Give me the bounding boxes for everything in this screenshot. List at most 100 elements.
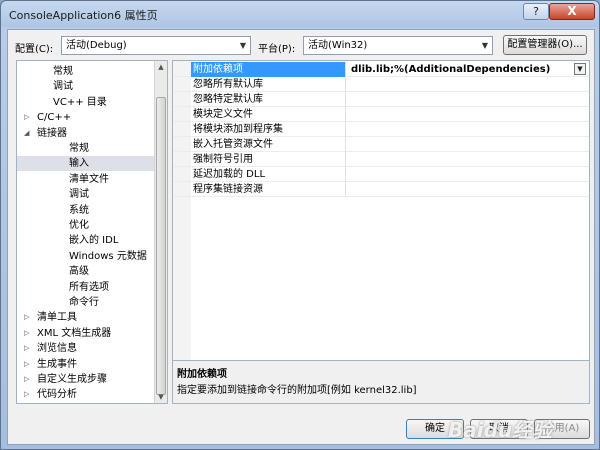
property-row[interactable]: 延迟加载的 DLL [173,167,589,182]
collapsed-triangle-icon[interactable]: ▷ [24,341,29,356]
tree-item[interactable]: ▷ C/C++ [17,110,155,125]
tree-item[interactable]: 常规 [17,141,155,156]
tree-item[interactable]: 高级 [17,264,155,279]
property-value[interactable]: dlib.lib;%(AdditionalDependencies) [347,62,589,77]
config-label: 配置(C): [15,44,54,55]
property-tree[interactable]: 常规 调试 VC++ 目录 ▷ C/C++ ◢ 链接器 常规 输入 清单文件 调试 系统 优化 嵌入的 I… [16,60,168,404]
tree-item-label: 生成事件 [37,358,77,370]
collapsed-triangle-icon[interactable]: ▷ [24,372,29,387]
tree-item-label: 系统 [69,204,89,216]
watermark: Baidu经验 [448,418,553,442]
property-value[interactable] [347,122,589,137]
collapsed-triangle-icon[interactable]: ▷ [24,326,29,341]
property-row[interactable]: 模块定义文件 [173,107,589,122]
tree-item-label: 自定义生成步骤 [37,374,107,385]
tree-item[interactable]: 调试 [17,187,155,202]
property-name: 程序集链接资源 [191,182,346,197]
chevron-down-icon: ▼ [481,41,489,50]
tree-item[interactable]: 系统 [17,203,155,218]
tree-item[interactable]: 所有选项 [17,280,155,295]
tree-item[interactable]: ▷ 代码分析 [17,387,155,402]
property-row[interactable]: 程序集链接资源 [173,182,589,197]
tree-item-label: 调试 [53,81,73,93]
tree-item-label: 清单文件 [69,173,109,185]
property-value[interactable] [347,92,589,107]
property-value[interactable] [347,152,589,167]
property-value[interactable] [347,107,589,122]
tree-item[interactable]: 常规 [17,64,155,79]
config-manager-button[interactable]: 配置管理器(O)... [503,35,587,55]
scroll-down-icon[interactable]: ▼ [155,391,167,403]
property-name: 模块定义文件 [191,107,346,122]
tree-item[interactable]: Windows 元数据 [17,249,155,264]
tree-item-label: XML 文档生成器 [37,327,112,339]
tree-scrollbar[interactable]: ▲ ▼ [154,61,167,403]
title-bar[interactable]: ConsoleApplication6 属性页 ? X [1,1,599,27]
property-row[interactable]: 将模块添加到程序集 [173,122,589,137]
dialog-client-area: 配置(C): 活动(Debug) ▼ 平台(P): 活动(Win32) ▼ 配置… [7,29,595,445]
config-dropdown-value: 活动(Debug) [66,40,127,51]
property-row[interactable]: 嵌入托管资源文件 [173,137,589,152]
property-name: 强制符号引用 [191,152,346,167]
tree-item-label: 高级 [69,266,89,278]
help-button[interactable]: ? [523,3,549,20]
expanded-triangle-icon[interactable]: ◢ [24,126,29,141]
tree-item[interactable]: 清单文件 [17,172,155,187]
tree-item[interactable]: ◢ 链接器 [17,126,155,141]
property-name: 延迟加载的 DLL [191,167,346,182]
tree-item-label: 嵌入的 IDL [69,235,119,247]
property-row[interactable]: 忽略特定默认库 [173,92,589,107]
property-name: 忽略所有默认库 [191,77,346,92]
collapsed-triangle-icon[interactable]: ▷ [24,110,29,125]
tree-item[interactable]: ▷ XML 文档生成器 [17,326,155,341]
tree-item-label: 输入 [69,158,89,170]
tree-item-label: 优化 [69,220,89,231]
tree-item-label: 代码分析 [37,389,77,401]
window-title: ConsoleApplication6 属性页 [9,9,158,22]
tree-item[interactable]: ▷ 生成事件 [17,357,155,372]
chevron-down-icon[interactable]: ▼ [574,63,586,75]
tree-item-label: C/C++ [37,112,72,124]
property-name: 附加依赖项 [191,62,346,77]
collapsed-triangle-icon[interactable]: ▷ [24,310,29,325]
property-name: 嵌入托管资源文件 [191,137,346,152]
close-button[interactable]: X [549,3,595,20]
tree-item-label: 调试 [69,189,89,201]
tree-item[interactable]: 嵌入的 IDL [17,233,155,248]
tree-item[interactable]: VC++ 目录 [17,95,155,110]
tree-item-label: VC++ 目录 [53,96,107,108]
tree-item-label: 所有选项 [69,281,109,293]
chevron-down-icon: ▼ [239,41,247,50]
property-name: 将模块添加到程序集 [191,122,346,137]
description-panel: 附加依赖项 指定要添加到链接命令行的附加项[例如 kernel32.lib] [172,360,590,404]
tree-item-label: 清单工具 [37,312,77,324]
property-row[interactable]: 忽略所有默认库 [173,77,589,92]
property-row[interactable]: 强制符号引用 [173,152,589,167]
tree-item-label: 浏览信息 [37,343,77,355]
property-name: 忽略特定默认库 [191,92,346,107]
config-dropdown[interactable]: 活动(Debug) ▼ [61,36,251,55]
tree-item[interactable]: 调试 [17,79,155,94]
platform-dropdown[interactable]: 活动(Win32) ▼ [303,36,493,55]
property-value[interactable] [347,77,589,92]
property-value[interactable] [347,167,589,182]
tree-item-label: 常规 [53,66,73,77]
tree-item[interactable]: 输入 [17,156,155,172]
property-grid[interactable]: 附加依赖项 dlib.lib;%(AdditionalDependencies) ▼… [172,60,590,384]
properties-dialog: ConsoleApplication6 属性页 ? X 配置(C): 活动(De… [0,0,600,450]
tree-item[interactable]: 优化 [17,218,155,233]
platform-label: 平台(P): [258,44,296,55]
tree-item[interactable]: ▷ 浏览信息 [17,341,155,356]
tree-item[interactable]: ▷ 清单工具 [17,310,155,325]
description-text: 指定要添加到链接命令行的附加项[例如 kernel32.lib] [177,385,417,396]
property-row[interactable]: 附加依赖项 dlib.lib;%(AdditionalDependencies) ▼ [173,62,589,77]
tree-item[interactable]: ▷ 自定义生成步骤 [17,372,155,387]
collapsed-triangle-icon[interactable]: ▷ [24,387,29,402]
platform-dropdown-value: 活动(Win32) [308,40,368,51]
collapsed-triangle-icon[interactable]: ▷ [24,357,29,372]
tree-item[interactable]: 命令行 [17,295,155,310]
scroll-thumb[interactable] [156,97,166,395]
scroll-up-icon[interactable]: ▲ [155,61,167,73]
property-value[interactable] [347,182,589,197]
property-value[interactable] [347,137,589,152]
